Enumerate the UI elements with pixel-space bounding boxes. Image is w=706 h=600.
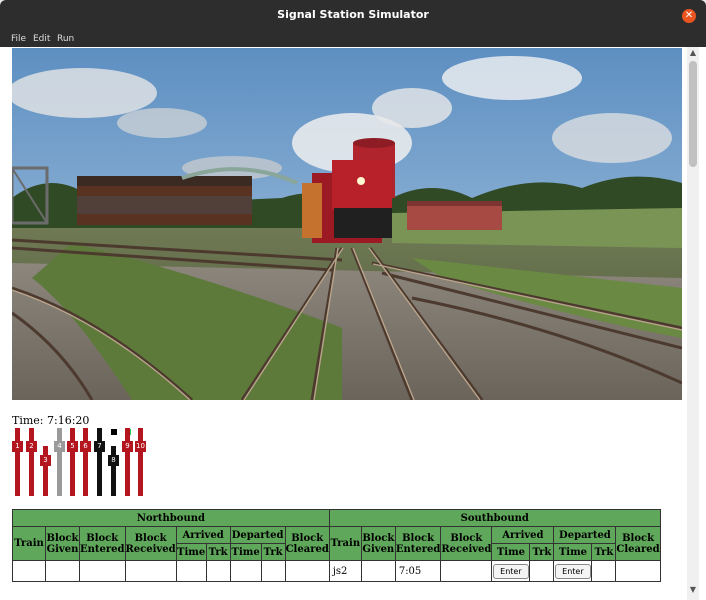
- time-label: Time:: [12, 414, 44, 427]
- nb-arrived-trk-header: Trk: [205, 543, 231, 561]
- nb-block-entered-header: Block Entered: [79, 526, 126, 561]
- sb-arrived-time-cell: Enter: [491, 560, 531, 582]
- nb-departed-header: Departed: [229, 526, 286, 544]
- sb-arrived-header: Arrived: [491, 526, 555, 544]
- table-row: js2 7:05 Enter Enter: [12, 560, 661, 582]
- nb-block-received-cell[interactable]: [124, 560, 177, 582]
- lever-10[interactable]: 10: [135, 428, 146, 496]
- nb-train-cell[interactable]: [12, 560, 46, 582]
- nb-arrived-time-header: Time: [175, 543, 207, 561]
- nb-block-cleared-cell[interactable]: [284, 560, 330, 582]
- nb-arrived-time-cell[interactable]: [175, 560, 207, 582]
- menu-run[interactable]: Run: [57, 34, 74, 44]
- sb-block-given-cell[interactable]: [360, 560, 396, 582]
- lever-6[interactable]: 6: [80, 428, 91, 496]
- content-area: ▲ ▼ Time: 7:16:20 1 2 3 4 5 6 7 8 9 10 N…: [0, 47, 706, 600]
- sb-departed-time-header: Time: [553, 543, 593, 561]
- time-value: 7:16:20: [47, 414, 90, 427]
- lever-1[interactable]: 1: [12, 428, 23, 496]
- nb-departed-time-header: Time: [229, 543, 262, 561]
- sb-block-entered-header: Block Entered: [394, 526, 442, 561]
- window-title: Signal Station Simulator: [277, 8, 429, 21]
- nb-arrived-header: Arrived: [175, 526, 231, 544]
- scroll-thumb[interactable]: [689, 61, 697, 167]
- menu-file[interactable]: File: [11, 34, 26, 44]
- nb-block-given-header: Block Given: [45, 526, 80, 561]
- lever-2[interactable]: 2: [26, 428, 37, 496]
- nb-block-received-header: Block Received: [124, 526, 177, 561]
- sb-departed-trk-header: Trk: [591, 543, 617, 561]
- nb-block-entered-cell[interactable]: [79, 560, 126, 582]
- sb-block-received-header: Block Received: [440, 526, 493, 561]
- nb-departed-trk-cell[interactable]: [260, 560, 286, 582]
- close-button[interactable]: ✕: [682, 9, 696, 23]
- lever-3[interactable]: 3: [40, 428, 51, 496]
- sb-train-cell: js2: [328, 560, 362, 582]
- scroll-up-icon[interactable]: ▲: [687, 47, 699, 59]
- sb-train-header: Train: [328, 526, 362, 561]
- nb-arrived-trk-cell[interactable]: [205, 560, 231, 582]
- nb-block-given-cell[interactable]: [45, 560, 80, 582]
- northbound-header: Northbound: [12, 509, 330, 527]
- time-display: Time: 7:16:20: [12, 414, 89, 427]
- sb-block-received-cell[interactable]: [440, 560, 493, 582]
- sb-departed-header: Departed: [553, 526, 617, 544]
- nb-departed-trk-header: Trk: [260, 543, 286, 561]
- sb-arrived-trk-header: Trk: [529, 543, 555, 561]
- nb-block-cleared-header: Block Cleared: [284, 526, 330, 561]
- sb-departed-trk-cell[interactable]: [591, 560, 617, 582]
- enter-arrived-button[interactable]: Enter: [493, 563, 529, 579]
- vertical-scrollbar[interactable]: ▲ ▼: [687, 47, 699, 600]
- sb-arrived-trk-cell[interactable]: [529, 560, 555, 582]
- scroll-down-icon[interactable]: ▼: [687, 584, 699, 596]
- sb-departed-time-cell: Enter: [553, 560, 593, 582]
- sb-block-given-header: Block Given: [360, 526, 396, 561]
- close-icon: ✕: [684, 10, 694, 21]
- train-register-sheet: Northbound Southbound Train Block Given …: [12, 509, 661, 582]
- southbound-header: Southbound: [328, 509, 661, 527]
- railyard-scene: [12, 48, 682, 400]
- sb-block-entered-cell: 7:05: [394, 560, 442, 582]
- menu-edit[interactable]: Edit: [33, 34, 50, 44]
- sb-arrived-time-header: Time: [491, 543, 531, 561]
- enter-departed-button[interactable]: Enter: [555, 563, 591, 579]
- sb-block-cleared-header: Block Cleared: [615, 526, 661, 561]
- lever-5[interactable]: 5: [67, 428, 78, 496]
- lever-9[interactable]: 9: [122, 428, 133, 496]
- lever-7[interactable]: 7: [94, 428, 105, 496]
- nb-train-header: Train: [12, 526, 46, 561]
- scene-graphic: [12, 48, 682, 400]
- menu-bar: File Edit Run: [0, 31, 706, 47]
- app-window: Signal Station Simulator ✕ File Edit Run: [0, 0, 706, 600]
- lever-4[interactable]: 4: [54, 428, 65, 496]
- lever-frame: 1 2 3 4 5 6 7 8 9 10: [12, 428, 152, 508]
- lever-8[interactable]: 8: [108, 428, 119, 496]
- title-bar: Signal Station Simulator ✕: [0, 0, 706, 31]
- nb-departed-time-cell[interactable]: [229, 560, 262, 582]
- sb-block-cleared-cell[interactable]: [615, 560, 661, 582]
